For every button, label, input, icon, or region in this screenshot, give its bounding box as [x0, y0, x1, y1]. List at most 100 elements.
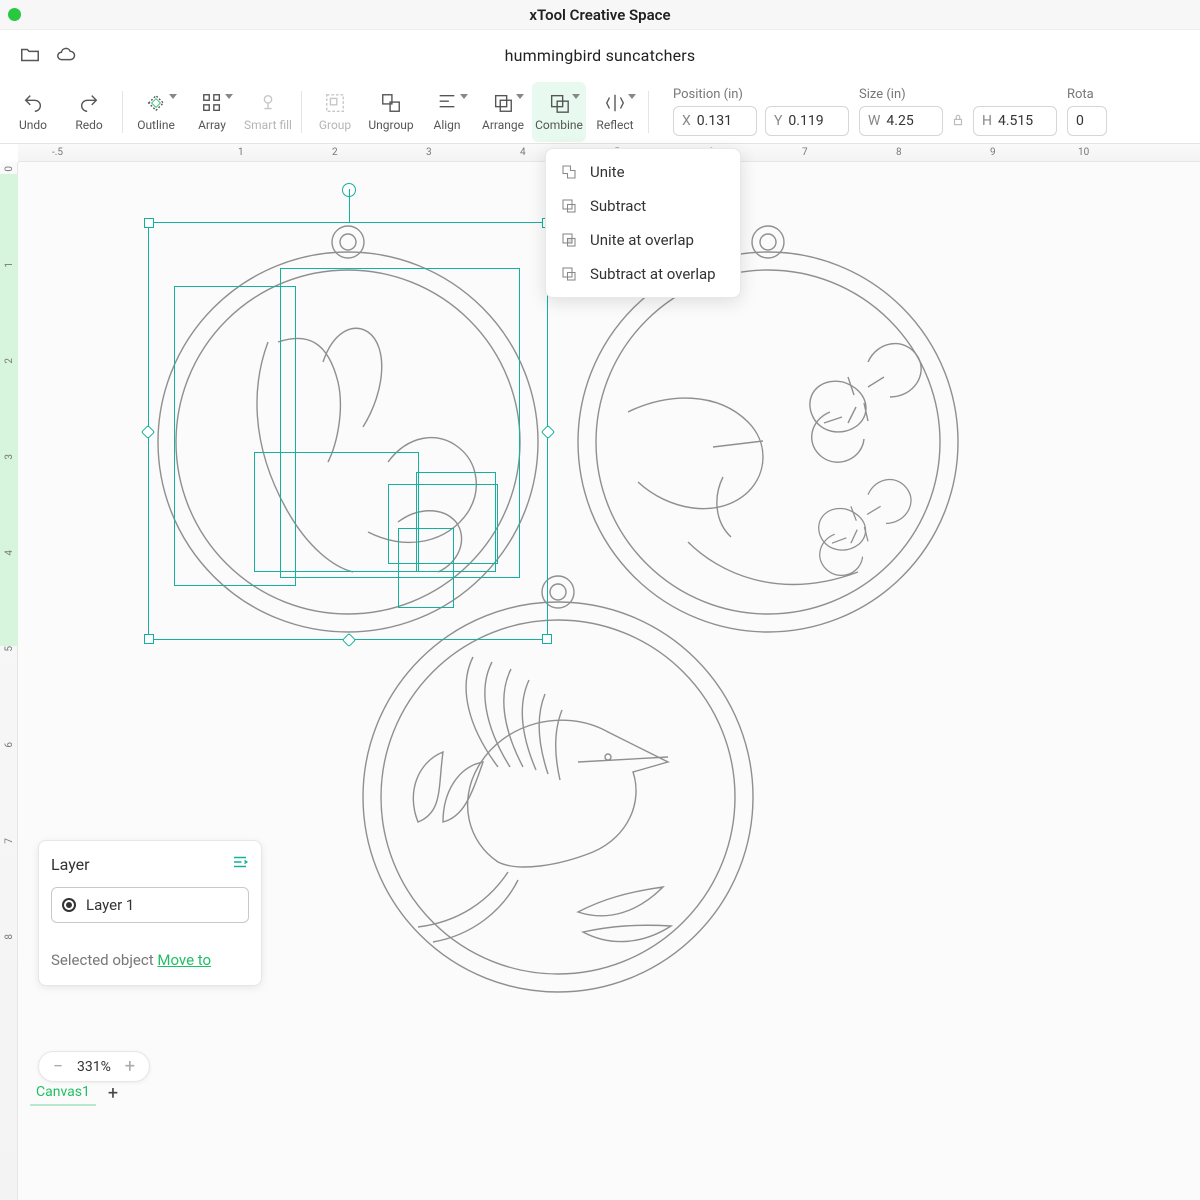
rotation-stem [349, 189, 350, 223]
layer-visibility-icon[interactable] [62, 898, 76, 912]
document-title: hummingbird suncatchers [505, 46, 696, 65]
chevron-down-icon [572, 94, 580, 99]
folder-icon [19, 44, 41, 66]
move-to-link[interactable]: Move to [157, 951, 211, 969]
cloud-icon [55, 44, 77, 66]
separator [301, 91, 302, 133]
smartfill-icon [256, 92, 280, 114]
lock-icon[interactable] [951, 112, 965, 131]
undo-label: Undo [19, 118, 47, 132]
smartfill-button[interactable]: Smart fill [241, 82, 295, 142]
canvas-tabs: Canvas1 + [30, 1080, 118, 1106]
window-titlebar: xTool Creative Space [0, 0, 1200, 30]
combine-icon [547, 92, 571, 114]
layer-menu-icon[interactable] [231, 853, 249, 875]
chevron-down-icon [460, 94, 468, 99]
array-label: Array [198, 118, 226, 132]
subtract-overlap-item[interactable]: Subtract at overlap [546, 257, 740, 291]
arrange-button[interactable]: Arrange [476, 82, 530, 142]
rotation-field[interactable]: 0 [1067, 106, 1107, 136]
chevron-down-icon [628, 94, 636, 99]
resize-handle-e[interactable] [541, 425, 555, 439]
main-toolbar: Undo Redo Outline Array Smart fill Group… [0, 80, 1200, 144]
arrange-icon [491, 92, 515, 114]
unite-overlap-icon [560, 231, 578, 249]
combine-dropdown: Unite Subtract Unite at overlap Subtract… [545, 148, 741, 298]
position-label: Position (in) [673, 87, 849, 102]
separator [122, 91, 123, 133]
redo-icon [77, 92, 101, 114]
layer-panel: Layer Layer 1 Selected object Move to [38, 840, 262, 986]
layer-row[interactable]: Layer 1 [51, 887, 249, 923]
layer-name: Layer 1 [86, 896, 134, 914]
undo-button[interactable]: Undo [6, 82, 60, 142]
canvas-tab-1[interactable]: Canvas1 [30, 1080, 96, 1106]
group-label: Group [319, 118, 351, 132]
properties-panel: Position (in) X0.131 Y0.119 Size (in) W4… [673, 87, 1107, 136]
reflect-label: Reflect [596, 118, 633, 132]
file-bar: hummingbird suncatchers [0, 30, 1200, 80]
subtract-overlap-icon [560, 265, 578, 283]
selected-object-info: Selected object Move to [51, 951, 249, 969]
position-x-field[interactable]: X0.131 [673, 106, 757, 136]
array-button[interactable]: Array [185, 82, 239, 142]
maximize-icon[interactable] [8, 8, 21, 21]
resize-handle-sw[interactable] [144, 634, 154, 644]
chevron-down-icon [169, 94, 177, 99]
zoom-in-button[interactable]: + [121, 1056, 139, 1077]
outline-icon [144, 92, 168, 114]
redo-button[interactable]: Redo [62, 82, 116, 142]
size-w-field[interactable]: W4.25 [859, 106, 943, 136]
rotation-label: Rota [1067, 87, 1107, 102]
open-folder-button[interactable] [12, 37, 48, 73]
size-group: Size (in) W4.25 H4.515 [859, 87, 1057, 136]
position-group: Position (in) X0.131 Y0.119 [673, 87, 849, 136]
resize-handle-w[interactable] [141, 425, 155, 439]
align-button[interactable]: Align [420, 82, 474, 142]
selection-sub [398, 528, 454, 608]
unite-overlap-item[interactable]: Unite at overlap [546, 223, 740, 257]
group-icon [323, 92, 347, 114]
size-label: Size (in) [859, 87, 1057, 102]
chevron-down-icon [225, 94, 233, 99]
resize-handle-se[interactable] [542, 634, 552, 644]
add-canvas-button[interactable]: + [108, 1083, 118, 1104]
unite-icon [560, 163, 578, 181]
zoom-control: − 331% + [38, 1051, 150, 1082]
vertical-ruler: 0 1 2 3 4 5 6 7 8 [0, 162, 18, 1200]
app-title: xTool Creative Space [529, 6, 670, 24]
ungroup-button[interactable]: Ungroup [364, 82, 418, 142]
combine-button[interactable]: Combine [532, 82, 586, 142]
zoom-value[interactable]: 331% [77, 1059, 111, 1075]
ungroup-label: Ungroup [368, 118, 413, 132]
canvas-area[interactable] [18, 162, 1200, 1200]
smartfill-label: Smart fill [244, 118, 292, 132]
subtract-item[interactable]: Subtract [546, 189, 740, 223]
cloud-button[interactable] [48, 37, 84, 73]
traffic-lights [0, 8, 21, 21]
zoom-out-button[interactable]: − [49, 1056, 67, 1077]
separator [648, 91, 649, 133]
position-y-field[interactable]: Y0.119 [765, 106, 849, 136]
undo-icon [21, 92, 45, 114]
resize-handle-nw[interactable] [144, 218, 154, 228]
arrange-label: Arrange [482, 118, 524, 132]
group-button[interactable]: Group [308, 82, 362, 142]
rotation-group: Rota 0 [1067, 87, 1107, 136]
reflect-icon [603, 92, 627, 114]
size-h-field[interactable]: H4.515 [973, 106, 1057, 136]
reflect-button[interactable]: Reflect [588, 82, 642, 142]
ungroup-icon [379, 92, 403, 114]
align-icon [435, 92, 459, 114]
subtract-icon [560, 197, 578, 215]
chevron-down-icon [516, 94, 524, 99]
array-icon [200, 92, 224, 114]
ruler-selection-highlight [0, 174, 18, 646]
combine-label: Combine [535, 118, 583, 132]
redo-label: Redo [75, 118, 102, 132]
unite-item[interactable]: Unite [546, 155, 740, 189]
outline-button[interactable]: Outline [129, 82, 183, 142]
layer-panel-title: Layer [51, 855, 90, 874]
outline-label: Outline [137, 118, 175, 132]
align-label: Align [433, 118, 460, 132]
